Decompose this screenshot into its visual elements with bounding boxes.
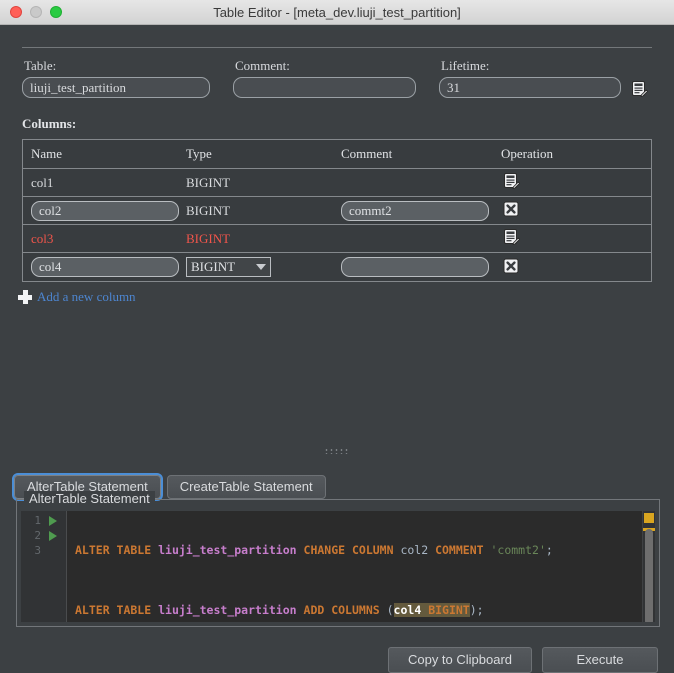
- splitter-grip-icon: [324, 448, 350, 454]
- sql-token-keyword: ADD COLUMNS: [304, 603, 380, 617]
- panel-splitter[interactable]: [0, 443, 674, 459]
- table-row: col3 BIGINT: [23, 225, 651, 253]
- window-titlebar: Table Editor - [meta_dev.liuji_test_part…: [0, 0, 674, 25]
- copy-to-clipboard-button[interactable]: Copy to Clipboard: [388, 647, 532, 673]
- comment-label: Comment:: [233, 58, 416, 74]
- sql-token-keyword: CHANGE COLUMN: [304, 543, 394, 557]
- execute-button[interactable]: Execute: [542, 647, 658, 673]
- editor-gutter: 1 2 3: [21, 511, 67, 622]
- cell-type: BIGINT: [183, 174, 338, 192]
- plus-icon: [18, 290, 32, 304]
- run-statement-icon[interactable]: [49, 531, 57, 541]
- table-row: BIGINT: [23, 197, 651, 225]
- minimize-button[interactable]: [30, 6, 42, 18]
- sql-token-table: liuji_test_partition: [158, 603, 296, 617]
- header-cell-name: Name: [23, 145, 183, 163]
- table-row: BIGINT: [23, 253, 651, 281]
- add-new-column-button[interactable]: Add a new column: [18, 289, 136, 305]
- tab-createtable-statement[interactable]: CreateTable Statement: [167, 475, 326, 499]
- maximize-button[interactable]: [50, 6, 62, 18]
- cell-type: BIGINT: [183, 202, 338, 220]
- header-cell-comment: Comment: [338, 145, 498, 163]
- editor-code-area[interactable]: ALTER TABLE liuji_test_partition CHANGE …: [67, 511, 655, 622]
- sql-token-punct: (: [380, 603, 394, 617]
- column-name-input[interactable]: [31, 257, 179, 277]
- table-properties-form: Table: Comment: Lifetime:: [22, 58, 652, 98]
- app-body: Table: Comment: Lifetime: Columns:: [0, 47, 674, 669]
- gutter-line: 1: [21, 513, 66, 528]
- window-title: Table Editor - [meta_dev.liuji_test_part…: [0, 5, 674, 20]
- lifetime-field-group: Lifetime:: [439, 58, 621, 98]
- column-type-selected-value: BIGINT: [191, 259, 235, 275]
- sql-editor[interactable]: 1 2 3 ALTER TABLE liuji_test_partition C…: [21, 511, 655, 622]
- cell-type: BIGINT: [183, 230, 338, 248]
- cell-type: BIGINT: [183, 257, 338, 277]
- columns-section-label: Columns:: [22, 116, 674, 132]
- chevron-down-icon: [256, 264, 266, 270]
- cell-name: col1: [23, 174, 183, 192]
- header-cell-type: Type: [183, 145, 338, 163]
- cell-comment: [338, 201, 498, 221]
- table-field-group: Table:: [22, 58, 210, 98]
- sql-token-keyword: COMMENT: [435, 543, 483, 557]
- code-line: ALTER TABLE liuji_test_partition ADD COL…: [75, 603, 655, 618]
- sql-token-type: BIGINT: [428, 603, 470, 617]
- sql-token-identifier: col2: [394, 543, 436, 557]
- statement-groupbox-title: AlterTable Statement: [24, 491, 155, 506]
- cell-operation: [498, 199, 651, 222]
- sql-token-punct: );: [470, 603, 484, 617]
- close-button[interactable]: [10, 6, 22, 18]
- statement-groupbox: AlterTable Statement 1 2 3 ALTER TABLE l…: [16, 499, 660, 627]
- column-comment-input[interactable]: [341, 201, 489, 221]
- edit-column-icon[interactable]: [501, 171, 521, 191]
- cell-comment: [338, 257, 498, 277]
- table-name-input[interactable]: [22, 77, 210, 98]
- top-divider: [22, 47, 652, 48]
- comment-field-group: Comment:: [233, 58, 416, 98]
- table-row: col1 BIGINT: [23, 169, 651, 197]
- sql-token-space: [297, 543, 304, 557]
- table-comment-input[interactable]: [233, 77, 416, 98]
- line-number: 1: [27, 514, 41, 527]
- sql-token-space: [297, 603, 304, 617]
- cell-name: col3: [23, 230, 183, 248]
- sql-token-punct: ;: [546, 543, 553, 557]
- add-new-column-label: Add a new column: [37, 289, 136, 305]
- cell-operation: [498, 256, 651, 279]
- column-name-input[interactable]: [31, 201, 179, 221]
- delete-column-icon[interactable]: [501, 256, 521, 276]
- sql-token-new-column: col4: [394, 603, 422, 617]
- editor-marker-strip[interactable]: [642, 511, 655, 622]
- delete-column-icon[interactable]: [501, 199, 521, 219]
- sql-token-string: 'commt2': [490, 543, 545, 557]
- table-label: Table:: [22, 58, 210, 74]
- run-statement-icon[interactable]: [49, 516, 57, 526]
- lifetime-input[interactable]: [439, 77, 621, 98]
- line-number: 2: [27, 529, 41, 542]
- line-number: 3: [27, 544, 41, 557]
- columns-grid-header: Name Type Comment Operation: [23, 140, 651, 169]
- sql-token-table: liuji_test_partition: [158, 543, 296, 557]
- column-type-select[interactable]: BIGINT: [186, 257, 271, 277]
- gutter-line: 3: [21, 543, 66, 558]
- edit-column-icon[interactable]: [501, 227, 521, 247]
- columns-grid: Name Type Comment Operation col1 BIGINT: [22, 139, 652, 282]
- cell-name: [23, 201, 183, 221]
- gutter-line: 2: [21, 528, 66, 543]
- footer-actions: Copy to Clipboard Execute: [388, 647, 658, 673]
- code-line: ALTER TABLE liuji_test_partition CHANGE …: [75, 543, 655, 558]
- warning-marker-icon[interactable]: [644, 513, 654, 523]
- sql-highlighted-span: col4 BIGINT: [394, 603, 470, 617]
- cell-operation: [498, 227, 651, 251]
- window-controls: [0, 6, 62, 18]
- editor-vertical-scrollbar[interactable]: [645, 529, 653, 622]
- cell-operation: [498, 171, 651, 195]
- sql-token-keyword: ALTER TABLE: [75, 543, 158, 557]
- header-cell-operation: Operation: [498, 145, 651, 163]
- edit-properties-icon[interactable]: [629, 78, 649, 98]
- lifetime-label: Lifetime:: [439, 58, 621, 74]
- column-comment-input[interactable]: [341, 257, 489, 277]
- cell-name: [23, 257, 183, 277]
- sql-token-keyword: ALTER TABLE: [75, 603, 158, 617]
